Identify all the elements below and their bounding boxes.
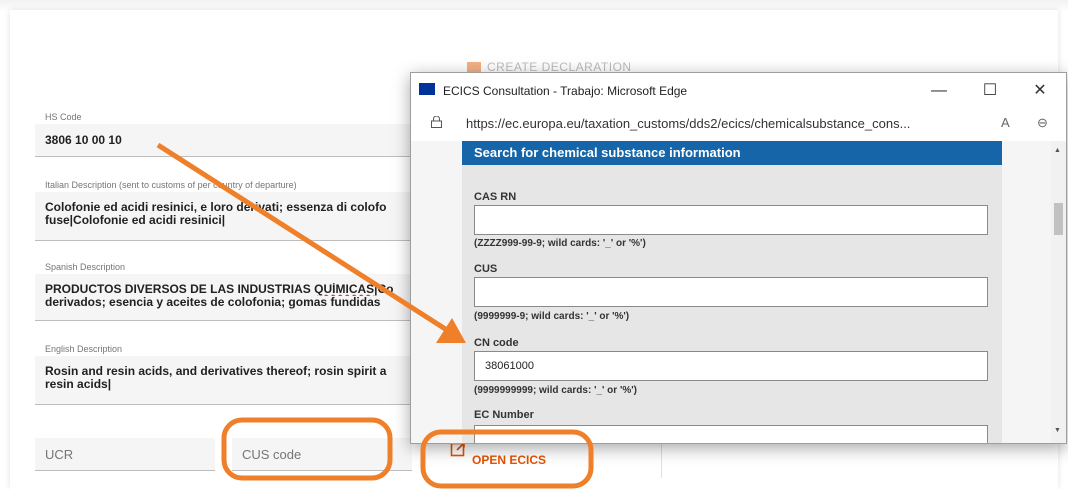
english-description-line1: Rosin and resin acids, and derivatives t… [45, 365, 387, 378]
divider [661, 438, 662, 478]
spanish-text-a: PRODUCTOS DIVERSOS DE LAS INDUSTRIAS [45, 283, 315, 296]
ec-number-label: EC Number [474, 409, 534, 421]
maximize-button[interactable]: ☐ [967, 77, 1013, 105]
hs-code-value: 3806 10 00 10 [45, 134, 122, 147]
cas-rn-input[interactable] [474, 205, 988, 235]
cn-code-label: CN code [474, 337, 519, 349]
english-description-label: English Description [45, 344, 123, 354]
create-declaration-icon [467, 62, 481, 72]
cn-code-value: 38061000 [485, 360, 534, 372]
ucr-field[interactable]: UCR [35, 438, 215, 471]
scroll-down-icon[interactable]: ▼ [1054, 427, 1061, 434]
spanish-description-field[interactable]: PRODUCTOS DIVERSOS DE LAS INDUSTRIAS QUÍ… [35, 274, 435, 321]
italian-description-field[interactable]: Colofonie ed acidi resinici, e loro deri… [35, 192, 435, 241]
italian-description-line2: fuse|Colofonie ed acidi resinici| [45, 214, 226, 227]
ucr-label: UCR [45, 447, 74, 462]
scroll-thumb[interactable] [1054, 203, 1063, 235]
zoom-out-icon[interactable]: ⊖ [1037, 115, 1048, 131]
cn-code-input[interactable]: 38061000 [474, 351, 988, 381]
cus-hint: (9999999-9; wild cards: '_' or '%') [474, 311, 630, 322]
cus-code-label: CUS code [242, 447, 302, 462]
italian-description-label: Italian Description (sent to customs of … [45, 180, 297, 190]
address-bar[interactable]: https://ec.europa.eu/taxation_customs/dd… [411, 107, 1066, 141]
english-description-line2: resin acids| [45, 378, 112, 391]
spanish-description-line1: PRODUCTOS DIVERSOS DE LAS INDUSTRIAS QUÍ… [45, 283, 435, 296]
spanish-description-label: Spanish Description [45, 262, 126, 272]
english-description-field[interactable]: Rosin and resin acids, and derivatives t… [35, 356, 435, 405]
url-text[interactable]: https://ec.europa.eu/taxation_customs/dd… [466, 116, 1011, 131]
cas-rn-hint: (ZZZZ999-99-9; wild cards: '_' or '%') [474, 238, 646, 249]
cn-code-hint: (9999999999; wild cards: '_' or '%') [474, 385, 637, 396]
spanish-text-c: |Co [374, 283, 394, 296]
window-title: ECICS Consultation - Trabajo: Microsoft … [443, 84, 688, 98]
page-content: Search for chemical substance informatio… [411, 141, 1051, 443]
ec-number-input[interactable] [474, 425, 988, 443]
spelling-flag: QUÍMICAS [314, 283, 375, 296]
eu-flag-icon [419, 83, 435, 95]
hs-code-label: HS Code [45, 112, 82, 122]
ecics-popup-window: ECICS Consultation - Trabajo: Microsoft … [410, 72, 1067, 444]
window-titlebar[interactable]: ECICS Consultation - Trabajo: Microsoft … [411, 73, 1066, 107]
cus-label: CUS [474, 263, 498, 275]
cas-rn-label: CAS RN [474, 191, 517, 203]
panel-header: Search for chemical substance informatio… [462, 141, 1002, 165]
hs-code-field[interactable]: 3806 10 00 10 [35, 124, 435, 157]
read-aloud-icon[interactable]: A [1001, 115, 1010, 130]
lock-icon [431, 116, 442, 128]
cus-code-field[interactable]: CUS code [232, 438, 412, 471]
spanish-description-line2: derivados; esencia y aceites de colofoni… [45, 296, 381, 309]
close-button[interactable]: ✕ [1017, 77, 1063, 105]
scrollbar[interactable]: ▲ ▼ [1051, 141, 1066, 443]
panel-title: Search for chemical substance informatio… [474, 145, 741, 160]
search-panel: Search for chemical substance informatio… [462, 141, 1002, 443]
italian-description-line1: Colofonie ed acidi resinici, e loro deri… [45, 201, 387, 214]
cus-input[interactable] [474, 277, 988, 307]
open-ecics-label: OPEN ECICS [472, 453, 547, 467]
scroll-up-icon[interactable]: ▲ [1054, 147, 1061, 154]
minimize-button[interactable]: — [916, 77, 962, 105]
